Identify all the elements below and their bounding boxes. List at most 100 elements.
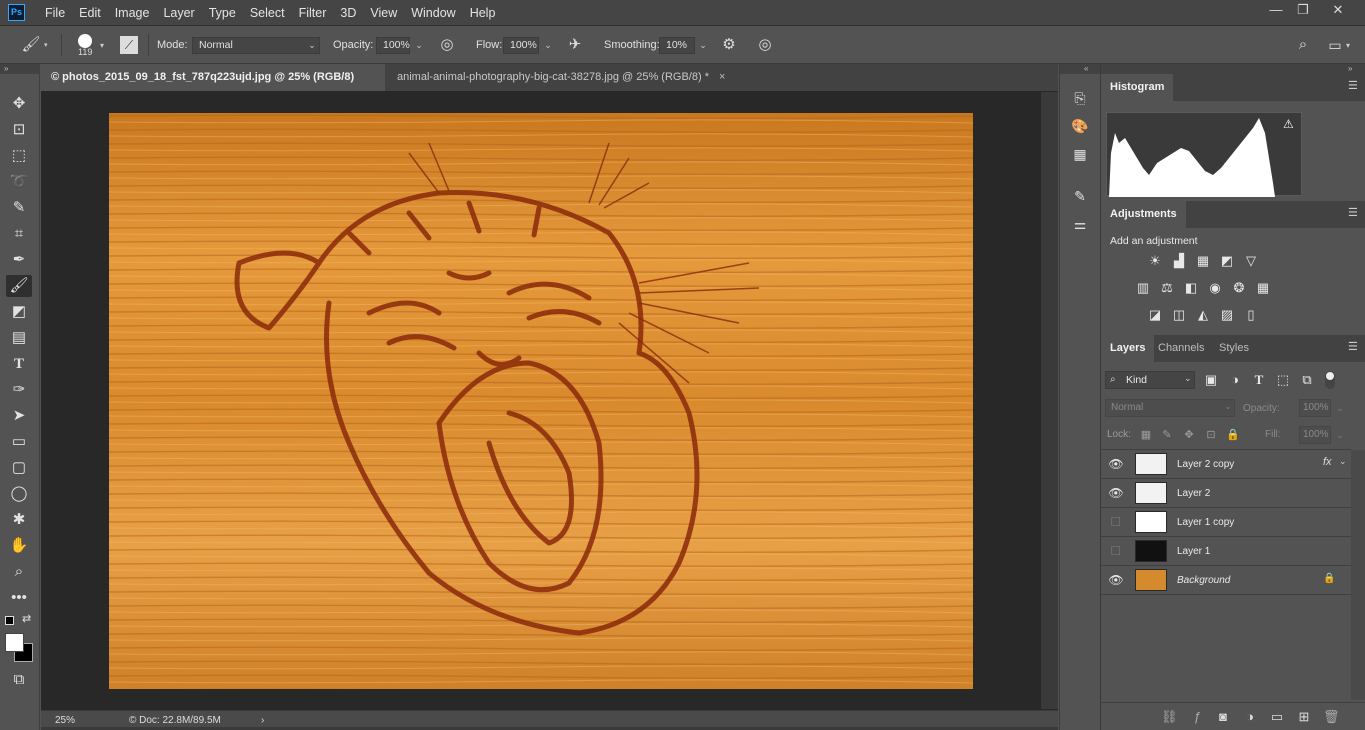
foreground-color-swatch[interactable]	[5, 633, 24, 652]
layer-row-layer-2-copy[interactable]: 👁 Layer 2 copy fx ⌄	[1101, 450, 1351, 479]
pen-tool-icon[interactable]: ✑	[6, 379, 32, 401]
layer-row-layer-2[interactable]: 👁 Layer 2	[1101, 479, 1351, 508]
marquee-tool-icon[interactable]: ⬚	[6, 145, 32, 167]
restore-button[interactable]: ❐	[1287, 0, 1319, 22]
screen-mode-icon[interactable]: ⧉	[6, 669, 32, 691]
lock-position-icon[interactable]: ✥	[1181, 427, 1197, 443]
delete-layer-icon[interactable]: 🗑	[1323, 709, 1340, 725]
airbrush-icon[interactable]: ✈	[564, 34, 586, 56]
tab-styles[interactable]: Styles	[1210, 335, 1258, 362]
channel-mixer-icon[interactable]: ❂	[1231, 280, 1247, 296]
lock-artboard-icon[interactable]: ⊡	[1203, 427, 1219, 443]
filter-adjustment-icon[interactable]: ◑	[1227, 372, 1243, 388]
tab-histogram[interactable]: Histogram	[1101, 74, 1174, 101]
zoom-tool-icon[interactable]: ⌕	[6, 561, 32, 583]
menu-help[interactable]: Help	[463, 0, 503, 26]
filter-type-icon[interactable]: T	[1251, 372, 1267, 388]
eyedropper-tool-icon[interactable]: ✒	[6, 249, 32, 271]
photo-filter-icon[interactable]: ◉	[1207, 280, 1223, 296]
default-colors-icon[interactable]	[5, 616, 14, 625]
brush-preset-icon[interactable]: 🖌	[18, 34, 44, 56]
menu-view[interactable]: View	[363, 0, 404, 26]
collapse-toolbar-icon[interactable]: »	[0, 64, 40, 74]
expand-panels-icon[interactable]: «	[1060, 64, 1100, 74]
add-mask-icon[interactable]: ◙	[1215, 709, 1231, 725]
brush-tip-icon[interactable]	[78, 34, 92, 48]
lock-image-icon[interactable]: ✎	[1159, 427, 1175, 443]
canvas-image[interactable]	[109, 113, 973, 689]
menu-window[interactable]: Window	[404, 0, 462, 26]
layer-filter-select[interactable]: ⌕ Kind ⌄	[1105, 371, 1195, 389]
menu-type[interactable]: Type	[202, 0, 243, 26]
tab-channels[interactable]: Channels	[1149, 335, 1213, 362]
tab-big-cat-document[interactable]: animal-animal-photography-big-cat-38278.…	[387, 64, 757, 91]
filter-toggle[interactable]	[1325, 371, 1335, 389]
exposure-icon[interactable]: ◩	[1219, 253, 1235, 269]
levels-icon[interactable]: ▟	[1171, 253, 1187, 269]
vibrance-icon[interactable]: ▽	[1243, 253, 1259, 269]
tab-adjustments[interactable]: Adjustments	[1101, 201, 1186, 228]
layers-scrollbar[interactable]	[1351, 450, 1365, 700]
type-tool-icon[interactable]: T	[6, 353, 32, 375]
swatches-icon[interactable]: ▦	[1069, 143, 1091, 165]
brightness-icon[interactable]: ☀	[1147, 253, 1163, 269]
curves-icon[interactable]: ▦	[1195, 253, 1211, 269]
path-selection-tool-icon[interactable]: ➤	[6, 405, 32, 427]
lock-all-icon[interactable]: 🔒	[1225, 427, 1241, 443]
rectangle-tool-icon[interactable]: ▭	[6, 431, 32, 453]
layer-row-background[interactable]: 👁 Background 🔒	[1101, 566, 1351, 595]
lasso-tool-icon[interactable]: ➰	[6, 171, 32, 193]
pressure-size-icon[interactable]: ◎	[754, 34, 776, 56]
smoothing-input[interactable]: 10%	[659, 37, 695, 54]
brush-tool-icon[interactable]: 🖌	[6, 275, 32, 297]
fx-badge[interactable]: fx	[1323, 456, 1332, 468]
chevron-down-icon[interactable]: ⌄	[1332, 426, 1348, 444]
menu-edit[interactable]: Edit	[72, 0, 108, 26]
collapse-dock-icon[interactable]: »	[1101, 64, 1365, 74]
menu-image[interactable]: Image	[108, 0, 157, 26]
visibility-toggle[interactable]	[1111, 517, 1120, 526]
filter-shape-icon[interactable]: ⬚	[1275, 372, 1291, 388]
gradient-map-icon[interactable]: ▯	[1243, 307, 1259, 323]
gradient-tool-icon[interactable]: ▤	[6, 327, 32, 349]
menu-file[interactable]: File	[38, 0, 72, 26]
eye-icon[interactable]: 👁	[1107, 455, 1125, 473]
chevron-down-icon[interactable]: ⌄	[1332, 399, 1348, 417]
new-layer-icon[interactable]: ⊞	[1296, 709, 1312, 725]
menu-select[interactable]: Select	[243, 0, 292, 26]
layer-row-layer-1[interactable]: Layer 1	[1101, 537, 1351, 566]
pressure-opacity-icon[interactable]: ◎	[436, 34, 458, 56]
gear-icon[interactable]: ⚙	[718, 34, 740, 56]
menu-filter[interactable]: Filter	[292, 0, 334, 26]
search-icon[interactable]: ⌕	[1292, 34, 1314, 56]
layer-row-layer-1-copy[interactable]: Layer 1 copy	[1101, 508, 1351, 537]
invert-icon[interactable]: ◪	[1147, 307, 1163, 323]
blend-mode-select[interactable]: Normal ⌄	[1105, 399, 1235, 417]
layer-opacity-input[interactable]: 100%	[1299, 399, 1331, 417]
swap-colors-icon[interactable]: ⇄	[22, 612, 31, 625]
selective-color-icon[interactable]: ▨	[1219, 307, 1235, 323]
smoothing-dropdown[interactable]: ⌄	[695, 37, 711, 54]
brush-settings-panel-icon[interactable]: ⚌	[1069, 213, 1091, 235]
tab-layers[interactable]: Layers	[1101, 335, 1155, 362]
visibility-toggle[interactable]	[1111, 546, 1120, 555]
vertical-scrollbar[interactable]	[1041, 92, 1058, 709]
flow-dropdown[interactable]: ⌄	[540, 37, 556, 54]
quick-selection-tool-icon[interactable]: ✎	[6, 197, 32, 219]
chevron-down-icon[interactable]: ⌄	[1339, 456, 1347, 467]
eraser-tool-icon[interactable]: ◩	[6, 301, 32, 323]
mode-select[interactable]: Normal	[192, 37, 320, 54]
filter-pixel-icon[interactable]: ▣	[1203, 372, 1219, 388]
close-tab-icon[interactable]: ×	[719, 71, 725, 83]
hand-tool-icon[interactable]: ✋	[6, 535, 32, 557]
menu-layer[interactable]: Layer	[156, 0, 201, 26]
panel-menu-icon[interactable]: ☰	[1348, 207, 1360, 219]
crop-tool-icon[interactable]: ⌗	[6, 223, 32, 245]
eye-icon[interactable]: 👁	[1107, 484, 1125, 502]
opacity-input[interactable]: 100%	[376, 37, 410, 54]
chevron-down-icon[interactable]: ▾	[100, 41, 104, 50]
flow-input[interactable]: 100%	[503, 37, 539, 54]
panel-menu-icon[interactable]: ☰	[1348, 341, 1360, 353]
threshold-icon[interactable]: ◭	[1195, 307, 1211, 323]
color-icon[interactable]: 🎨	[1069, 115, 1091, 137]
